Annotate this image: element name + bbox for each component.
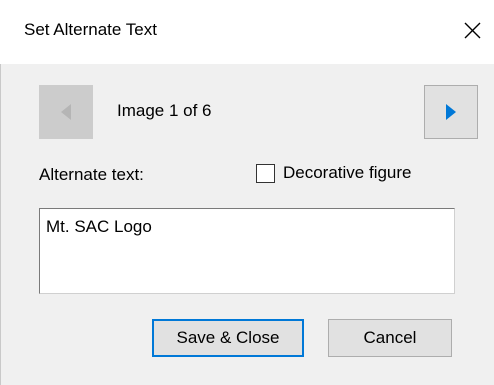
close-icon — [464, 22, 480, 38]
alternate-text-label: Alternate text: — [39, 165, 144, 184]
triangle-right-icon — [446, 104, 456, 120]
decorative-figure-option[interactable]: Decorative figure — [256, 163, 412, 183]
title-bar: Set Alternate Text — [0, 0, 494, 64]
save-close-button[interactable]: Save & Close — [152, 319, 304, 357]
cancel-button[interactable]: Cancel — [328, 319, 452, 357]
image-counter: Image 1 of 6 — [117, 101, 212, 120]
decorative-figure-label[interactable]: Decorative figure — [283, 163, 412, 183]
alternate-text-input[interactable]: Mt. SAC Logo — [39, 208, 455, 294]
decorative-figure-checkbox[interactable] — [256, 163, 275, 183]
triangle-left-icon — [61, 104, 71, 120]
previous-image-button[interactable] — [39, 85, 93, 139]
next-image-button[interactable] — [424, 85, 478, 139]
dialog-title: Set Alternate Text — [24, 20, 157, 39]
close-button[interactable] — [455, 13, 489, 47]
